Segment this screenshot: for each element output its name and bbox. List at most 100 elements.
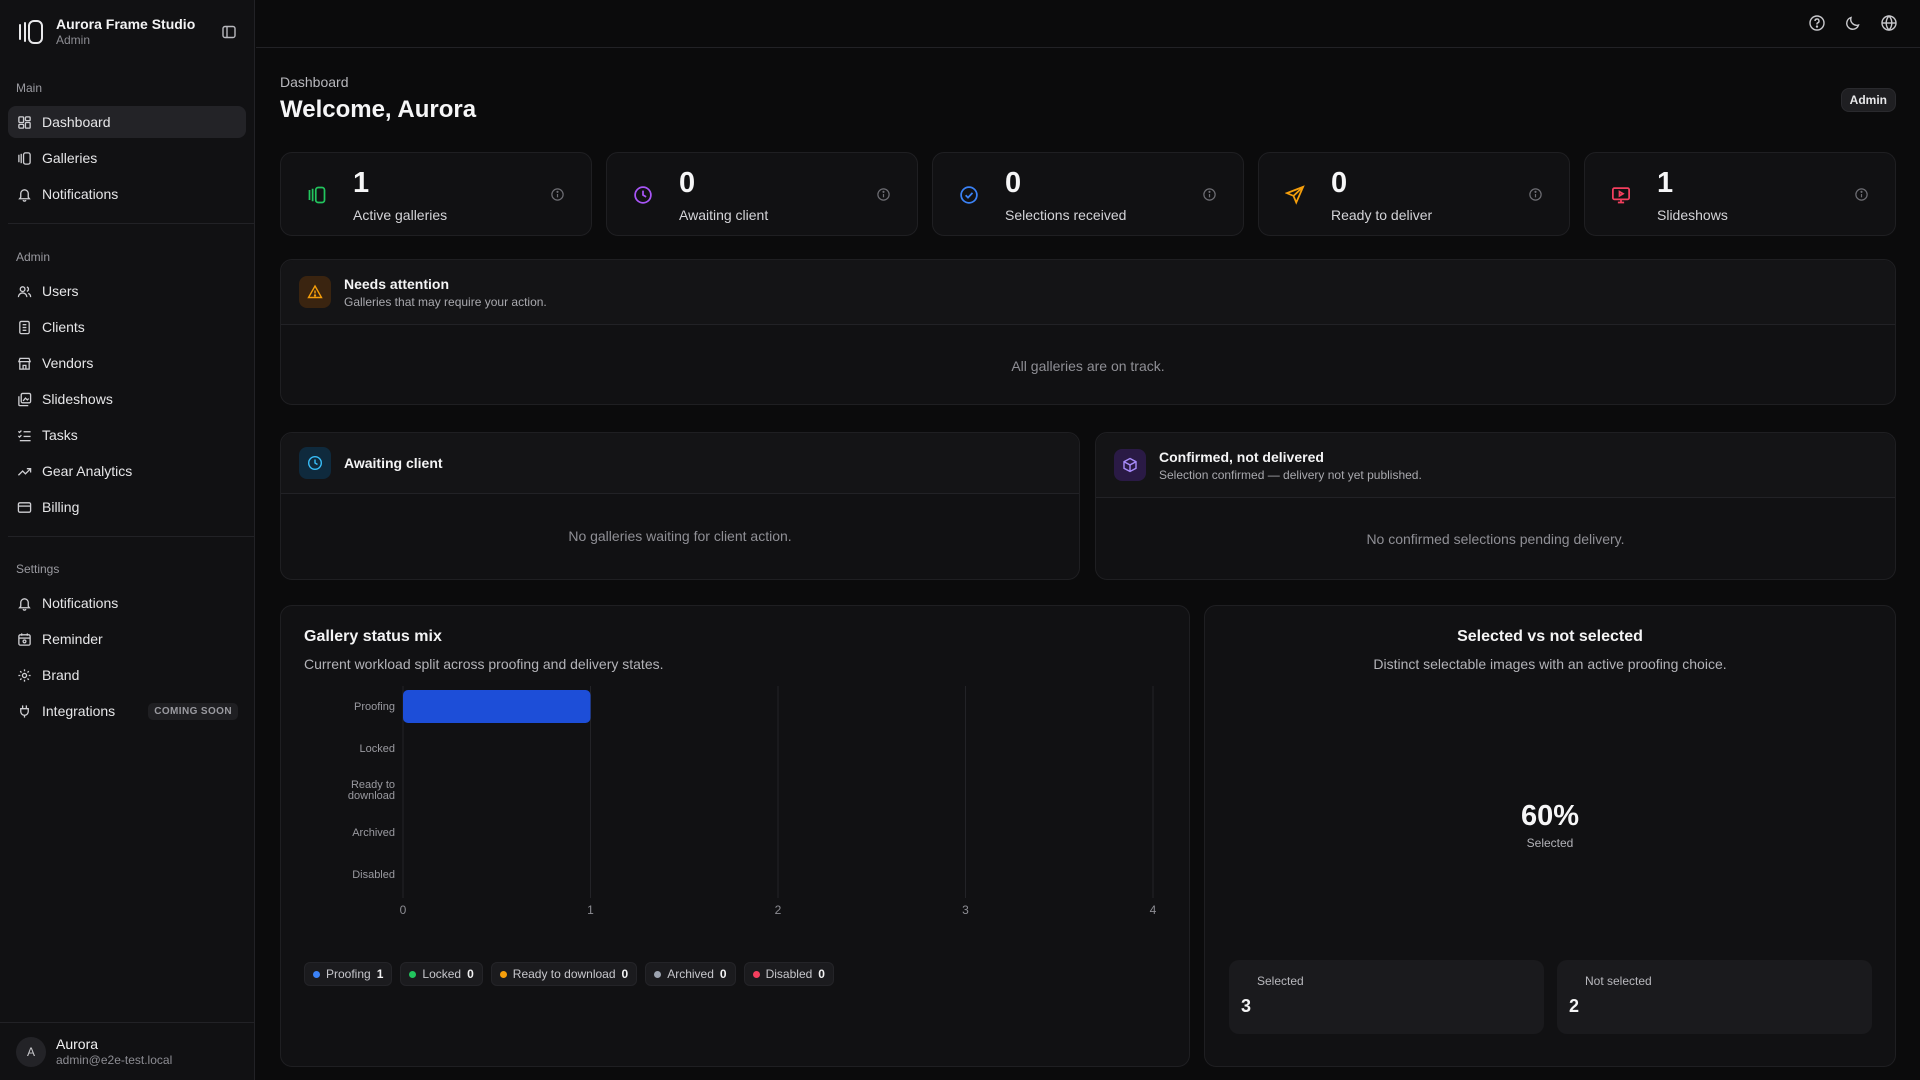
bell-icon	[17, 187, 32, 202]
sidebar-item-vendors[interactable]: Vendors	[8, 347, 246, 379]
legend-item[interactable]: Proofing 1	[304, 962, 393, 986]
info-icon[interactable]	[1528, 187, 1543, 202]
divider	[8, 223, 254, 224]
sidebar-item-integrations[interactable]: Integrations COMING SOON	[8, 695, 246, 727]
sidebar-item-label: Dashboard	[42, 114, 111, 130]
galleries-icon	[307, 185, 327, 205]
calendar-icon	[17, 632, 32, 647]
chart-title: Gallery status mix	[304, 628, 442, 645]
slideshows-icon	[17, 392, 32, 407]
sidebar-item-label: Clients	[42, 319, 85, 335]
sidebar-item-label: Notifications	[42, 595, 119, 611]
legend-count: 0	[818, 967, 825, 981]
check-circle-icon	[959, 185, 979, 205]
panel-title: Needs attention	[344, 276, 450, 292]
x-tick-label: 4	[1150, 903, 1157, 916]
needs-attention-panel: Needs attention Galleries that may requi…	[280, 259, 1896, 405]
y-category-label: Proofing	[354, 701, 395, 713]
send-icon	[1285, 185, 1305, 205]
legend-item[interactable]: Locked 0	[400, 962, 483, 986]
sidebar-item-label: Vendors	[42, 355, 94, 371]
legend-dot	[654, 970, 662, 978]
stat-card-active-galleries[interactable]: 1 Active galleries	[280, 152, 592, 236]
stat-value: 0	[1005, 167, 1022, 199]
panel-subtitle: Selection confirmed — delivery not yet p…	[1159, 468, 1422, 482]
panel-title: Confirmed, not delivered	[1159, 449, 1324, 465]
moon-icon[interactable]	[1844, 14, 1862, 32]
legend-label: Ready to download	[512, 967, 616, 981]
tile-value: 2	[1569, 996, 1580, 1016]
stat-card-ready-to-deliver[interactable]: 0 Ready to deliver	[1258, 152, 1570, 236]
sidebar-item-label: Galleries	[42, 150, 98, 166]
presentation-icon	[1611, 185, 1631, 205]
sidebar-item-label: Brand	[42, 667, 80, 683]
stat-label: Slideshows	[1657, 207, 1728, 223]
dashboard-icon	[17, 115, 32, 130]
clients-icon	[17, 320, 32, 335]
legend-dot	[752, 970, 760, 978]
legend-count: 0	[621, 967, 629, 981]
tile-value: 3	[1241, 996, 1252, 1016]
page-title: Welcome, Aurora	[280, 96, 477, 123]
info-icon[interactable]	[1854, 187, 1869, 202]
y-category-label: Locked	[360, 743, 395, 755]
info-icon[interactable]	[1202, 187, 1217, 202]
stat-value: 1	[1657, 167, 1674, 199]
brand-header[interactable]: Aurora Frame Studio Admin	[16, 14, 240, 50]
sidebar-item-galleries[interactable]: Galleries	[8, 142, 246, 174]
awaiting-client-panel: Awaiting client No galleries waiting for…	[280, 432, 1080, 580]
sidebar-item-billing[interactable]: Billing	[8, 491, 246, 523]
app-name: Aurora Frame Studio	[56, 15, 196, 32]
x-tick-label: 0	[400, 903, 407, 916]
sidebar-toggle-icon[interactable]	[218, 21, 240, 43]
nav-section-admin: Admin Users Clients Vendors Slideshows T…	[8, 247, 246, 527]
stat-card-awaiting-client[interactable]: 0 Awaiting client	[606, 152, 918, 236]
app-role: Admin	[56, 33, 91, 48]
sidebar-item-brand[interactable]: Brand	[8, 659, 246, 691]
selected-count-tile: Selected 3	[1229, 960, 1544, 1034]
tasks-icon	[17, 428, 32, 443]
nav-section-main: Main Dashboard Galleries Notifications	[8, 78, 246, 214]
sidebar-item-label: Gear Analytics	[42, 463, 133, 479]
nav-section-settings: Settings Notifications Reminder Brand In…	[8, 559, 246, 731]
sidebar-item-settings-notifications[interactable]: Notifications	[8, 587, 246, 619]
info-icon[interactable]	[550, 187, 565, 202]
legend-dot	[313, 970, 320, 978]
sidebar-item-dashboard[interactable]: Dashboard	[8, 106, 246, 138]
sidebar-item-slideshows[interactable]: Slideshows	[8, 383, 246, 415]
legend-item[interactable]: Disabled 0	[743, 962, 834, 986]
sidebar-item-label: Users	[42, 283, 79, 299]
y-category-label: download	[348, 790, 395, 802]
stat-value: 0	[679, 167, 696, 199]
sidebar-item-notifications[interactable]: Notifications	[8, 178, 246, 210]
sidebar-item-tasks[interactable]: Tasks	[8, 419, 246, 451]
panel-header: Awaiting client	[281, 433, 1079, 494]
confirmed-not-delivered-panel: Confirmed, not delivered Selection confi…	[1095, 432, 1896, 580]
warning-icon	[299, 276, 331, 308]
stat-label: Ready to deliver	[1331, 207, 1433, 223]
panel-subtitle: Galleries that may require your action.	[344, 295, 547, 309]
sidebar-item-reminder[interactable]: Reminder	[8, 623, 246, 655]
legend-item[interactable]: Archived 0	[645, 962, 736, 986]
donut-center-value: 60%	[1520, 800, 1580, 832]
stat-card-slideshows[interactable]: 1 Slideshows	[1584, 152, 1896, 236]
help-icon[interactable]	[1808, 14, 1826, 32]
breadcrumb[interactable]: Dashboard	[280, 74, 349, 90]
stat-card-selections-received[interactable]: 0 Selections received	[932, 152, 1244, 236]
gear-icon	[17, 668, 32, 683]
panel-header: Confirmed, not delivered Selection confi…	[1096, 433, 1895, 498]
trend-icon	[17, 464, 32, 479]
selection-donut-card: Selected vs not selected Distinct select…	[1204, 605, 1896, 1067]
sidebar-item-users[interactable]: Users	[8, 275, 246, 307]
not-selected-count-tile: Not selected 2	[1557, 960, 1872, 1034]
user-menu[interactable]: A Aurora admin@e2e-test.local	[0, 1022, 255, 1080]
legend-label: Locked	[422, 967, 462, 981]
sidebar-item-gear-analytics[interactable]: Gear Analytics	[8, 455, 246, 487]
nav-heading: Main	[16, 81, 43, 95]
sidebar-item-clients[interactable]: Clients	[8, 311, 246, 343]
globe-icon[interactable]	[1880, 14, 1898, 32]
y-category-label: Archived	[352, 827, 395, 839]
legend-item[interactable]: Ready to download 0	[490, 962, 638, 986]
chart-subtitle: Distinct selectable images with an activ…	[1373, 656, 1727, 672]
info-icon[interactable]	[876, 187, 891, 202]
